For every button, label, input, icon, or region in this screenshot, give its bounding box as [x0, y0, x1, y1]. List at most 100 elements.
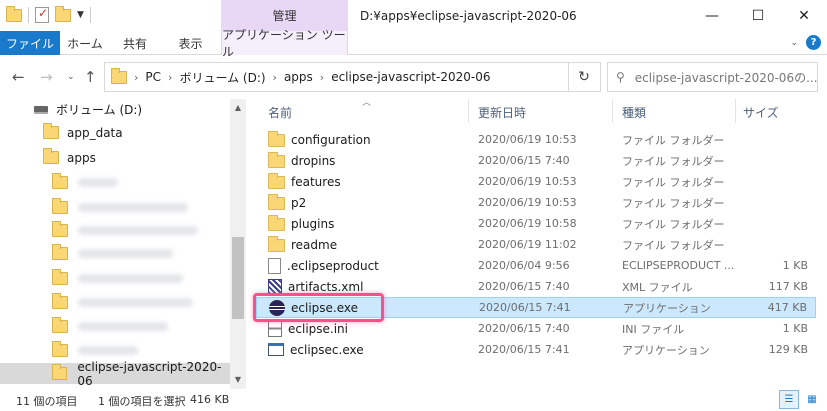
chevron-right-icon[interactable]: ›: [134, 71, 138, 84]
folder-icon: [111, 67, 127, 84]
file-type: INI ファイル: [622, 322, 685, 336]
column-header-date[interactable]: 更新日時: [478, 103, 526, 121]
chevron-right-icon[interactable]: ›: [273, 71, 277, 84]
tab-view[interactable]: 表示: [160, 31, 221, 55]
divider[interactable]: [468, 99, 469, 123]
file-row[interactable]: eclipsec.exe 2020/06/15 7:41 アプリケーション 12…: [256, 339, 816, 360]
back-icon[interactable]: ←: [12, 68, 25, 86]
folder-icon: [268, 152, 285, 168]
file-date: 2020/06/15 7:40: [478, 154, 570, 167]
folder-icon: [268, 215, 285, 231]
refresh-icon[interactable]: ↻: [568, 62, 599, 92]
redacted-label: [78, 226, 198, 235]
large-icons-view-icon[interactable]: ▦: [802, 390, 822, 409]
xml-file-icon: [268, 278, 282, 295]
tree-item-apps[interactable]: apps: [0, 147, 230, 168]
file-row-selected[interactable]: eclipse.exe 2020/06/15 7:41 アプリケーション 417…: [256, 297, 816, 318]
properties-icon[interactable]: [35, 6, 49, 23]
tree-item-redacted[interactable]: [0, 197, 230, 218]
forward-icon[interactable]: →: [40, 68, 53, 86]
tree-item-redacted[interactable]: [0, 172, 230, 193]
redacted-label: [78, 249, 173, 258]
file-type: ファイル フォルダー: [622, 154, 725, 168]
file-date: 2020/06/15 7:41: [478, 343, 570, 356]
divider: [28, 7, 29, 23]
search-input[interactable]: ⚲ eclipse-javascript-2020-06の...: [607, 62, 818, 92]
chevron-right-icon[interactable]: ›: [168, 71, 172, 84]
file-name: eclipsec.exe: [290, 342, 364, 357]
file-row[interactable]: dropins 2020/06/15 7:40 ファイル フォルダー: [256, 150, 816, 171]
folder-icon: [268, 194, 285, 210]
column-header-row: ︿ 名前 更新日時 種類 サイズ: [256, 98, 816, 123]
tab-home[interactable]: ホーム: [60, 31, 110, 55]
sidebar-scrollbar[interactable]: ▲ ▼: [230, 99, 246, 389]
breadcrumb-apps[interactable]: apps: [284, 70, 313, 84]
scroll-up-icon[interactable]: ▲: [230, 99, 246, 115]
tree-item-volume-d[interactable]: ボリューム (D:): [0, 99, 230, 120]
breadcrumb-current[interactable]: eclipse-javascript-2020-06: [331, 70, 490, 84]
column-header-type[interactable]: 種類: [622, 103, 646, 121]
folder-icon: [268, 131, 285, 147]
tab-share[interactable]: 共有: [110, 31, 160, 55]
redacted-label: [78, 274, 183, 283]
file-size: 129 KB: [768, 343, 808, 356]
recent-locations-icon[interactable]: ⌄: [67, 72, 75, 82]
minimize-button[interactable]: —: [689, 0, 735, 31]
file-row[interactable]: configuration 2020/06/19 10:53 ファイル フォルダ…: [256, 129, 816, 150]
details-view-icon[interactable]: ☰: [779, 390, 799, 409]
breadcrumb-volume[interactable]: ボリューム (D:): [179, 69, 265, 86]
file-size: 117 KB: [768, 280, 808, 293]
tab-file[interactable]: ファイル: [0, 31, 60, 55]
file-type: アプリケーション: [622, 343, 710, 357]
file-type: アプリケーション: [623, 301, 711, 315]
divider[interactable]: [612, 99, 613, 123]
new-folder-icon[interactable]: [55, 5, 71, 22]
folder-icon: [268, 173, 285, 189]
file-date: 2020/06/15 7:40: [478, 280, 570, 293]
divider[interactable]: [735, 99, 736, 123]
tree-item-redacted[interactable]: [0, 292, 230, 313]
folder-icon: [52, 221, 68, 237]
file-date: 2020/06/19 10:53: [478, 196, 577, 209]
file-row[interactable]: .eclipseproduct 2020/06/04 9:56 ECLIPSEP…: [256, 255, 816, 276]
file-row[interactable]: plugins 2020/06/19 10:58 ファイル フォルダー: [256, 213, 816, 234]
file-row[interactable]: eclipse.ini 2020/06/15 7:40 INI ファイル 1 K…: [256, 318, 816, 339]
tree-item-redacted[interactable]: [0, 340, 230, 361]
file-row[interactable]: p2 2020/06/19 10:53 ファイル フォルダー: [256, 192, 816, 213]
tab-application-tools[interactable]: アプリケーション ツール: [221, 28, 348, 59]
scrollbar-thumb[interactable]: [232, 237, 244, 319]
up-icon[interactable]: ↑: [84, 68, 97, 86]
tree-item-redacted[interactable]: [0, 268, 230, 289]
customize-toolbar-icon[interactable]: ▼: [77, 10, 84, 20]
column-header-name[interactable]: 名前: [268, 103, 292, 121]
file-name: eclipse.exe: [291, 300, 359, 315]
eclipse-icon: [269, 299, 285, 316]
tree-item-redacted[interactable]: [0, 243, 230, 264]
folder-icon: [268, 236, 285, 252]
file-type: ECLIPSEPRODUCT ...: [622, 259, 735, 272]
file-name: artifacts.xml: [288, 279, 364, 294]
tree-item-eclipse-javascript[interactable]: eclipse-javascript-2020-06: [0, 360, 230, 388]
item-count: 11 個の項目: [16, 395, 78, 408]
address-bar[interactable]: › PC › ボリューム (D:) › apps › eclipse-javas…: [104, 62, 601, 92]
breadcrumb-pc[interactable]: PC: [145, 70, 161, 84]
help-icon[interactable]: ?: [806, 35, 821, 50]
application-icon: [268, 343, 284, 356]
tree-item-app-data[interactable]: app_data: [0, 122, 230, 143]
file-name: configuration: [291, 132, 371, 147]
file-row[interactable]: artifacts.xml 2020/06/15 7:40 XML ファイル 1…: [256, 276, 816, 297]
column-header-size[interactable]: サイズ: [743, 103, 779, 121]
file-row[interactable]: features 2020/06/19 10:53 ファイル フォルダー: [256, 171, 816, 192]
file-type: XML ファイル: [622, 280, 693, 294]
divider: [89, 7, 91, 23]
chevron-right-icon[interactable]: ›: [320, 71, 324, 84]
maximize-button[interactable]: ☐: [735, 0, 781, 31]
close-button[interactable]: ✕: [781, 0, 827, 31]
folder-icon: [52, 364, 68, 380]
scroll-down-icon[interactable]: ▼: [230, 371, 246, 387]
file-date: 2020/06/19 10:53: [478, 175, 577, 188]
expand-ribbon-icon[interactable]: ⌄: [790, 38, 798, 48]
tree-item-redacted[interactable]: [0, 220, 230, 241]
tree-item-redacted[interactable]: [0, 316, 230, 337]
file-row[interactable]: readme 2020/06/19 11:02 ファイル フォルダー: [256, 234, 816, 255]
